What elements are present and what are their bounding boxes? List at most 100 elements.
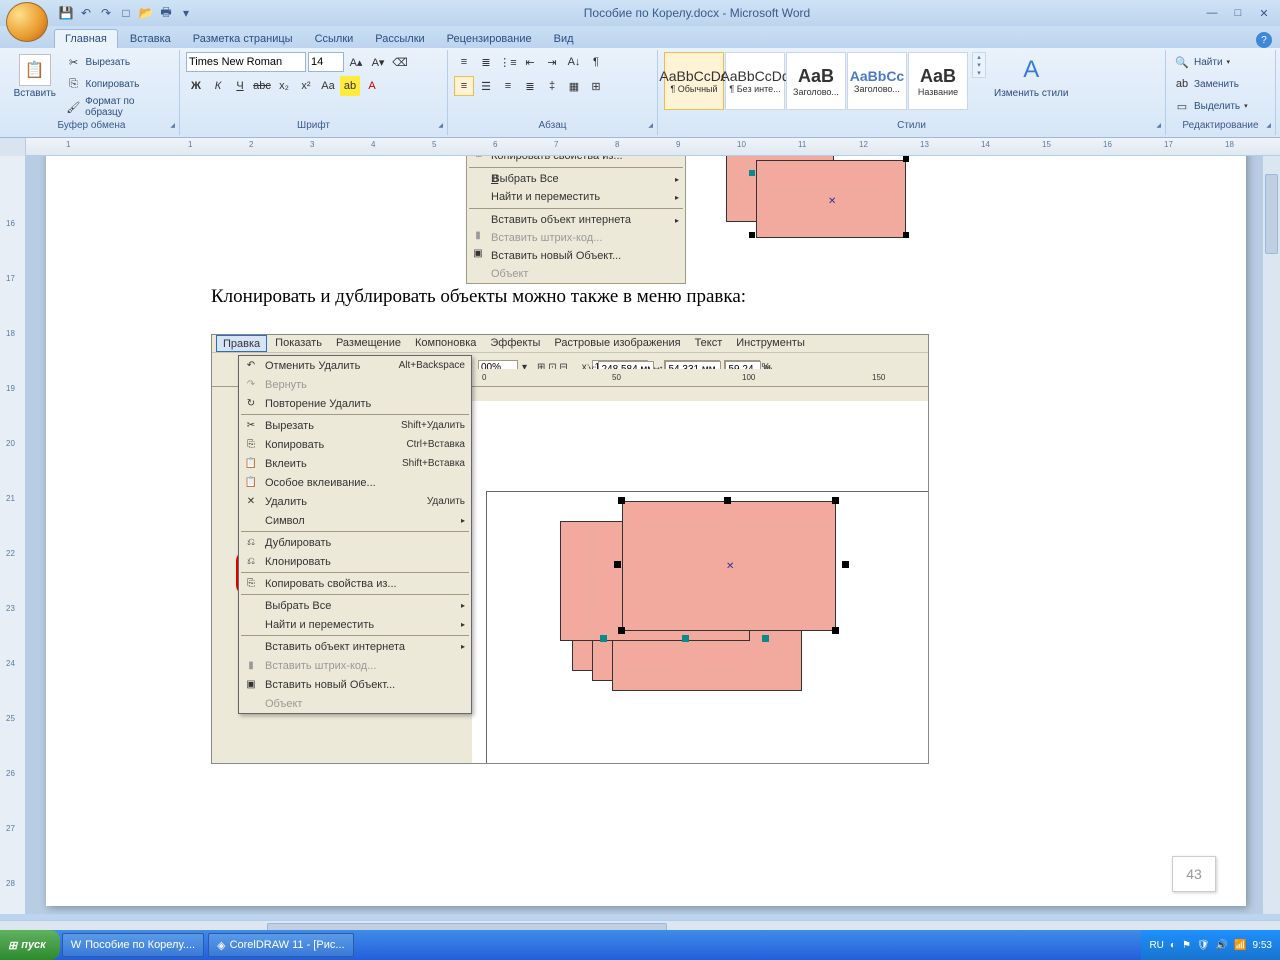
- font-color-button[interactable]: A: [362, 76, 382, 96]
- document-area: 16171819202122232425262728 ⎘Копировать с…: [0, 156, 1280, 914]
- copy-label[interactable]: Копировать: [86, 79, 140, 90]
- redo-icon[interactable]: ↷: [98, 5, 114, 21]
- strike-button[interactable]: abc: [252, 76, 272, 96]
- dropdown-item: ⎌Дублировать: [239, 533, 471, 552]
- ruler-corner[interactable]: [0, 138, 26, 156]
- style-item[interactable]: AaBНазвание: [908, 52, 968, 110]
- cut-label[interactable]: Вырезать: [86, 57, 130, 68]
- clock[interactable]: 9:53: [1253, 940, 1272, 951]
- justify-button[interactable]: ≣: [520, 76, 540, 96]
- minimize-button[interactable]: —: [1200, 5, 1224, 21]
- tab-refs[interactable]: Ссылки: [305, 30, 364, 48]
- clear-format-icon[interactable]: ⌫: [390, 52, 410, 72]
- find-label[interactable]: Найти: [1194, 57, 1223, 68]
- maximize-button[interactable]: □: [1226, 5, 1250, 21]
- change-styles-label: Изменить стили: [994, 88, 1068, 99]
- replace-label[interactable]: Заменить: [1194, 79, 1239, 90]
- save-icon[interactable]: 💾: [58, 5, 74, 21]
- dropdown-item: Объект: [239, 694, 471, 713]
- tray-icon[interactable]: ⚑: [1182, 940, 1191, 951]
- numbering-button[interactable]: ≣: [476, 52, 496, 72]
- sort-button[interactable]: A↓: [564, 52, 584, 72]
- word-icon: W: [71, 939, 81, 951]
- italic-button[interactable]: К: [208, 76, 228, 96]
- corel-menu-item: Растровые изображения: [548, 335, 686, 352]
- font-size-combo[interactable]: [308, 52, 344, 72]
- undo-icon[interactable]: ↶: [78, 5, 94, 21]
- lang-indicator[interactable]: RU: [1149, 940, 1163, 951]
- style-item[interactable]: AaBbCcDd¶ Без инте...: [725, 52, 785, 110]
- tab-home[interactable]: Главная: [54, 29, 118, 48]
- select-label[interactable]: Выделить: [1194, 101, 1240, 112]
- multilevel-button[interactable]: ⋮≡: [498, 52, 518, 72]
- mi-object: Объект: [491, 268, 528, 280]
- title-bar: 💾 ↶ ↷ □ 📂 🖶 ▾ Пособие по Корелу.docx - M…: [0, 0, 1280, 26]
- tab-view[interactable]: Вид: [544, 30, 584, 48]
- dropdown-item: ✕УдалитьУдалить: [239, 492, 471, 511]
- tab-layout[interactable]: Разметка страницы: [183, 30, 303, 48]
- tray-icon[interactable]: 🛡: [1197, 940, 1210, 951]
- replace-icon[interactable]: ab: [1172, 74, 1192, 94]
- grow-font-icon[interactable]: A▴: [346, 52, 366, 72]
- dropdown-item: ↻Повторение Удалить: [239, 394, 471, 413]
- close-button[interactable]: ✕: [1252, 5, 1276, 21]
- line-spacing-button[interactable]: ‡: [542, 76, 562, 96]
- change-case-button[interactable]: Aa: [318, 76, 338, 96]
- align-right-button[interactable]: ≡: [498, 76, 518, 96]
- tab-mail[interactable]: Рассылки: [365, 30, 434, 48]
- group-paragraph-label: Абзац: [454, 119, 651, 133]
- style-item[interactable]: AaBbCcЗаголово...: [847, 52, 907, 110]
- font-name-combo[interactable]: [186, 52, 306, 72]
- taskbar-item-word[interactable]: WПособие по Корелу....: [62, 933, 204, 957]
- page-wrap[interactable]: ⎘Копировать свойства из... ВВыбрать Все▸…: [26, 156, 1262, 914]
- tab-insert[interactable]: Вставка: [120, 30, 181, 48]
- help-button[interactable]: ?: [1256, 32, 1272, 48]
- subscript-button[interactable]: x₂: [274, 76, 294, 96]
- show-marks-button[interactable]: ¶: [586, 52, 606, 72]
- start-button[interactable]: ⊞пуск: [0, 930, 60, 960]
- vertical-ruler[interactable]: 16171819202122232425262728: [0, 156, 26, 914]
- ole-icon: ▣: [470, 248, 486, 264]
- qat-more-icon[interactable]: ▾: [178, 5, 194, 21]
- preview-icon[interactable]: 🖶: [158, 5, 174, 21]
- format-painter-icon[interactable]: 🖌: [64, 97, 84, 117]
- dropdown-item: ↷Вернуть: [239, 375, 471, 394]
- copy-icon[interactable]: ⎘: [64, 74, 84, 94]
- format-label[interactable]: Формат по образцу: [85, 96, 173, 118]
- align-left-button[interactable]: ≡: [454, 76, 474, 96]
- find-icon[interactable]: 🔍: [1172, 52, 1192, 72]
- new-icon[interactable]: □: [118, 5, 134, 21]
- paste-button[interactable]: 📋 Вставить: [10, 52, 60, 101]
- indent-dec-button[interactable]: ⇤: [520, 52, 540, 72]
- corel-menu-item: Размещение: [330, 335, 407, 352]
- change-styles-button[interactable]: A Изменить стили: [990, 52, 1072, 101]
- tray-icon[interactable]: 🔊: [1216, 940, 1228, 951]
- bold-button[interactable]: Ж: [186, 76, 206, 96]
- taskbar-item-corel[interactable]: ◈CorelDRAW 11 - [Рис...: [208, 933, 353, 957]
- shading-button[interactable]: ▦: [564, 76, 584, 96]
- superscript-button[interactable]: x²: [296, 76, 316, 96]
- style-item[interactable]: AaBЗаголово...: [786, 52, 846, 110]
- tray-icon[interactable]: 📶: [1234, 940, 1246, 951]
- highlight-button[interactable]: ab: [340, 76, 360, 96]
- select-icon[interactable]: ▭: [1172, 96, 1192, 116]
- borders-button[interactable]: ⊞: [586, 76, 606, 96]
- horizontal-ruler[interactable]: 112345678910111213141516171819: [26, 138, 1280, 155]
- indent-inc-button[interactable]: ⇥: [542, 52, 562, 72]
- shrink-font-icon[interactable]: A▾: [368, 52, 388, 72]
- group-font-label: Шрифт: [186, 119, 441, 133]
- vertical-scrollbar[interactable]: [1262, 156, 1280, 914]
- cut-icon[interactable]: ✂: [64, 52, 84, 72]
- tray-icon[interactable]: ◐: [1170, 940, 1176, 951]
- styles-more-button[interactable]: ▴▾▾: [972, 52, 986, 78]
- dropdown-item: ⎘Копировать свойства из...: [239, 574, 471, 593]
- corel-menu-item: Показать: [269, 335, 328, 352]
- bullets-button[interactable]: ≡: [454, 52, 474, 72]
- open-icon[interactable]: 📂: [138, 5, 154, 21]
- underline-button[interactable]: Ч: [230, 76, 250, 96]
- style-item[interactable]: AaBbCcDd¶ Обычный: [664, 52, 724, 110]
- windows-logo-icon: ⊞: [8, 939, 17, 952]
- align-center-button[interactable]: ☰: [476, 76, 496, 96]
- office-button[interactable]: [6, 2, 48, 42]
- tab-review[interactable]: Рецензирование: [437, 30, 542, 48]
